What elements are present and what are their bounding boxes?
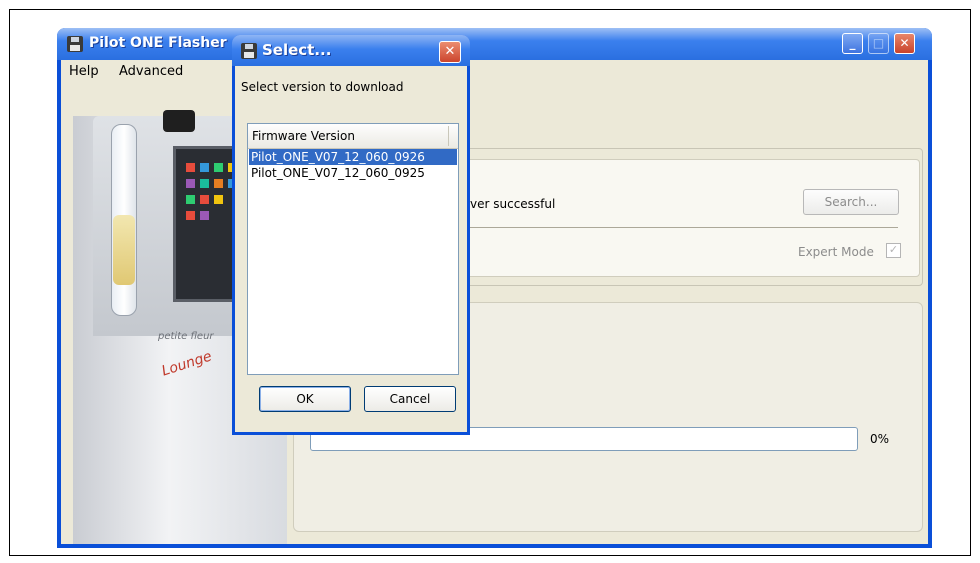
dialog-close-button[interactable]: ✕ [439,41,461,63]
minimize-button[interactable]: _ [842,33,863,54]
cancel-button[interactable]: Cancel [364,386,456,412]
close-icon: ✕ [899,36,910,50]
main-titlebar[interactable]: Pilot ONE Flasher _ □ ✕ [57,28,932,60]
dialog-title: Select... [262,41,332,59]
firmware-list[interactable]: Firmware Version Pilot_ONE_V07_12_060_09… [247,123,459,375]
brand-label: petite fleur [158,331,214,342]
main-client-area: Help Advanced petite fleur Lounge ver su… [61,60,928,544]
maximize-icon: □ [872,36,885,50]
minimize-icon: _ [849,36,856,50]
close-button[interactable]: ✕ [894,33,915,54]
menu-bar: Help Advanced [61,60,928,82]
expert-mode-label: Expert Mode [798,245,874,259]
list-header[interactable]: Firmware Version [248,124,458,149]
list-item[interactable]: Pilot_ONE_V07_12_060_0925 [249,165,457,181]
search-button[interactable]: Search... [803,189,899,215]
progress-percent: 0% [870,432,890,446]
dialog-prompt: Select version to download [241,80,404,94]
maximize-button[interactable]: □ [868,33,889,54]
signature-mark: Lounge [159,348,214,380]
column-header-firmware-version: Firmware Version [252,129,355,143]
app-floppy-icon [67,36,83,52]
menu-advanced[interactable]: Advanced [119,64,183,79]
menu-help[interactable]: Help [69,64,99,79]
device-tube [111,124,137,316]
main-window: Pilot ONE Flasher _ □ ✕ Help Advanced pe… [57,28,932,548]
device-cap [163,110,195,132]
main-window-title: Pilot ONE Flasher [89,35,227,51]
list-item[interactable]: Pilot_ONE_V07_12_060_0926 [249,149,457,165]
dialog-titlebar[interactable]: Select... ✕ [232,35,470,66]
close-icon: ✕ [444,44,456,59]
dialog-floppy-icon [241,43,257,59]
status-message: ver successful [470,197,556,211]
select-dialog: Select... ✕ Select version to download F… [232,35,470,435]
ok-button[interactable]: OK [259,386,351,412]
separator [470,227,898,228]
dialog-client-area: Select version to download Firmware Vers… [235,66,467,432]
expert-mode-checkbox[interactable]: ✓ [886,243,901,258]
